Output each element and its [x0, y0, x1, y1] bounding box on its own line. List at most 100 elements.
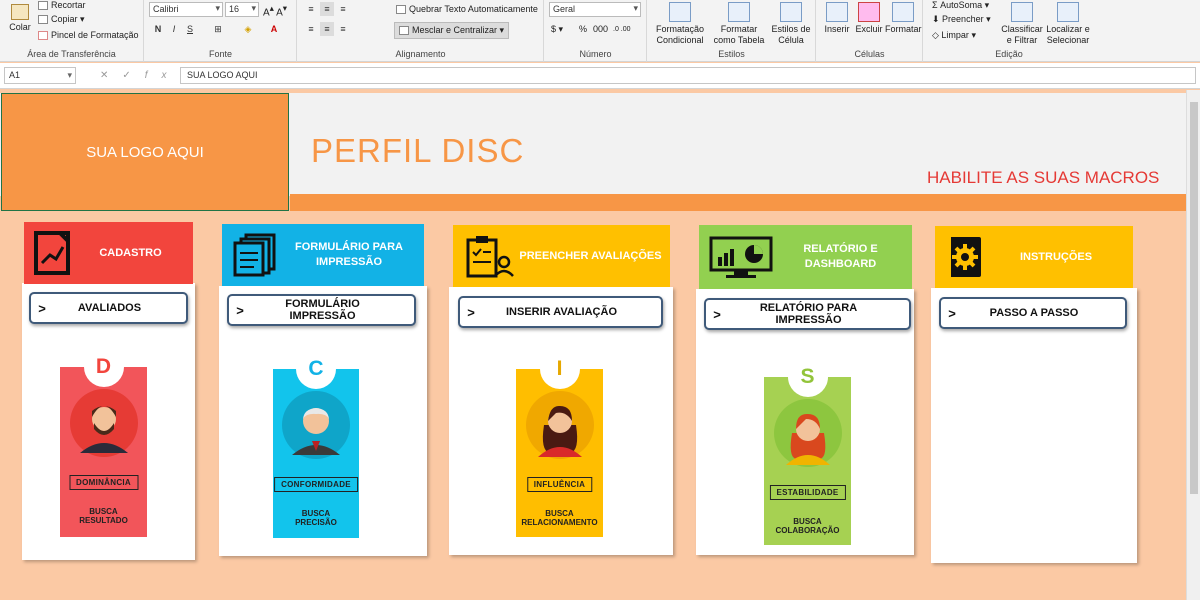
avaliados-button[interactable]: > AVALIADOS: [29, 292, 188, 324]
underline-button[interactable]: S: [183, 22, 197, 36]
cell-styles-button[interactable]: Estilos de Célula: [770, 2, 812, 46]
currency-button[interactable]: $ ▾: [551, 24, 563, 35]
relatorio-impressao-button[interactable]: > RELATÓRIO PARA IMPRESSÃO: [704, 298, 911, 330]
card-header-relatorio: RELATÓRIO E DASHBOARD: [699, 225, 912, 289]
insert-cells-icon: [826, 2, 848, 22]
align-center-icon[interactable]: ≡: [320, 22, 334, 36]
button-label: AVALIADOS: [77, 302, 142, 314]
desc-line-1: BUSCA: [793, 517, 822, 526]
formulario-impressao-button[interactable]: > FORMULÁRIO IMPRESSÃO: [227, 294, 416, 326]
font-color-icon[interactable]: A: [267, 22, 281, 36]
woman-redhead-avatar-icon: [773, 399, 842, 467]
font-group: Calibri ▾ 16 ▾ A▴ A▾ N I S ⊞ ◈ A Fonte: [145, 0, 297, 62]
desc-line-1: BUSCA: [545, 509, 574, 518]
fill-button[interactable]: ⬇ Preencher ▾: [932, 14, 991, 25]
fill-label: Preencher: [942, 14, 984, 24]
align-bottom-icon[interactable]: ≡: [336, 2, 350, 16]
italic-button[interactable]: I: [167, 22, 181, 36]
sort-label: Classificar e Filtrar: [1001, 24, 1043, 45]
alignment-group: ≡ ≡ ≡ ≡ ≡ ≡ Quebrar Texto Automaticament…: [298, 0, 544, 62]
old-man-avatar-icon: [282, 391, 350, 459]
magnifier-icon: [1057, 2, 1079, 22]
conditional-format-icon: [669, 2, 691, 22]
conditional-format-button[interactable]: Formatação Condicional: [654, 2, 706, 46]
clear-label: Limpar: [941, 30, 969, 40]
clear-button[interactable]: ◇ Limpar ▾: [932, 30, 976, 41]
card-header-label: RELATÓRIO E DASHBOARD: [803, 243, 878, 270]
profile-tag: CONFORMIDADE: [274, 477, 358, 492]
font-size-value: 16: [229, 4, 240, 14]
align-left-icon[interactable]: ≡: [304, 22, 318, 36]
number-group-title: Número: [579, 49, 612, 59]
delete-button[interactable]: Excluir: [853, 2, 885, 35]
font-size-select[interactable]: 16 ▾: [225, 2, 259, 17]
scrollbar-thumb[interactable]: [1190, 102, 1198, 494]
formula-input[interactable]: SUA LOGO AQUI: [180, 67, 1196, 84]
format-table-label: Formatar como Tabela: [713, 24, 765, 45]
align-top-icon[interactable]: ≡: [304, 2, 318, 16]
clipboard-group: Colar Recortar Copiar ▾ Pincel de Format…: [0, 0, 144, 62]
thousands-button[interactable]: 000: [593, 24, 608, 35]
chevron-down-icon: ▾: [67, 70, 72, 80]
logo-placeholder[interactable]: SUA LOGO AQUI: [1, 93, 289, 211]
cut-button[interactable]: Recortar: [38, 0, 86, 11]
format-table-button[interactable]: Formatar como Tabela: [710, 2, 768, 46]
percent-button[interactable]: %: [579, 24, 587, 35]
paste-label: Colar: [9, 22, 31, 32]
worksheet: SUA LOGO AQUI PERFIL DISC HABILITE AS SU…: [0, 90, 1186, 600]
format-button[interactable]: Formatar: [885, 2, 922, 35]
copy-icon: [38, 15, 48, 25]
find-select-button[interactable]: Localizar e Selecionar: [1044, 2, 1092, 46]
chevron-down-icon: ▾: [251, 3, 256, 13]
vertical-scrollbar[interactable]: [1186, 90, 1200, 600]
scissors-icon: [38, 1, 48, 11]
profile-desc: BUSCA RESULTADO: [60, 507, 147, 525]
insert-button[interactable]: Inserir: [821, 2, 853, 35]
format-label: Formatar: [885, 24, 922, 34]
number-format-select[interactable]: Geral ▾: [549, 2, 641, 17]
autosum-label: AutoSoma: [940, 0, 983, 10]
enter-icon[interactable]: ✓: [122, 70, 144, 81]
merge-center-button[interactable]: Mesclar e Centralizar ▾: [394, 22, 510, 39]
wrap-text-label: Quebrar Texto Automaticamente: [409, 4, 538, 14]
decimal-buttons[interactable]: .0 .00: [613, 24, 631, 35]
card-header-preencher: PREENCHER AVALIAÇÕES: [453, 225, 670, 287]
conditional-format-label: Formatação Condicional: [655, 24, 705, 45]
autosum-button[interactable]: Σ AutoSoma ▾: [932, 0, 989, 11]
sort-filter-button[interactable]: Classificar e Filtrar: [1000, 2, 1044, 46]
chevron-right-icon: >: [467, 304, 475, 320]
cancel-icon[interactable]: ✕: [100, 70, 122, 81]
font-name-value: Calibri: [153, 4, 179, 14]
align-right-icon[interactable]: ≡: [336, 22, 350, 36]
formula-bar: A1 ▾ ✕✓fx SUA LOGO AQUI: [0, 63, 1200, 89]
wrap-text-button[interactable]: Quebrar Texto Automaticamente: [396, 4, 538, 15]
copy-button[interactable]: Copiar ▾: [38, 14, 85, 25]
button-label: RELATÓRIO PARA IMPRESSÃO: [759, 302, 858, 326]
font-name-select[interactable]: Calibri ▾: [149, 2, 223, 17]
name-box[interactable]: A1 ▾: [4, 67, 76, 84]
desc-line-2: RELACIONAMENTO: [521, 518, 598, 527]
fx-icon[interactable]: fx: [145, 70, 181, 81]
card-header-label: FORMULÁRIO PARA IMPRESSÃO: [295, 241, 403, 268]
profile-letter: D: [83, 347, 124, 387]
bold-button[interactable]: N: [151, 22, 165, 36]
align-middle-icon[interactable]: ≡: [320, 2, 334, 16]
page-title: PERFIL DISC: [311, 132, 525, 169]
table-icon: [728, 2, 750, 22]
profile-i: I INFLUÊNCIA BUSCA RELACIONAMENTO: [516, 349, 603, 537]
grow-font-button[interactable]: A▴ A▾: [263, 3, 287, 18]
card-instrucoes: [931, 288, 1137, 563]
number-group: Geral ▾ $ ▾ % 000 .0 .00 Número: [545, 0, 647, 62]
profile-tag: ESTABILIDADE: [769, 485, 846, 500]
passo-a-passo-button[interactable]: > PASSO A PASSO: [939, 297, 1127, 329]
button-label: PASSO A PASSO: [989, 307, 1079, 319]
profile-letter: I: [539, 349, 580, 389]
desc-line-1: BUSCA: [89, 507, 118, 516]
woman-avatar-icon: [525, 391, 594, 459]
paste-button[interactable]: Colar: [6, 4, 34, 33]
fill-color-icon[interactable]: ◈: [241, 22, 255, 36]
delete-label: Excluir: [855, 24, 883, 34]
borders-icon[interactable]: ⊞: [211, 22, 225, 36]
format-painter-button[interactable]: Pincel de Formatação: [38, 30, 139, 41]
inserir-avaliacao-button[interactable]: > INSERIR AVALIAÇÃO: [458, 296, 663, 328]
